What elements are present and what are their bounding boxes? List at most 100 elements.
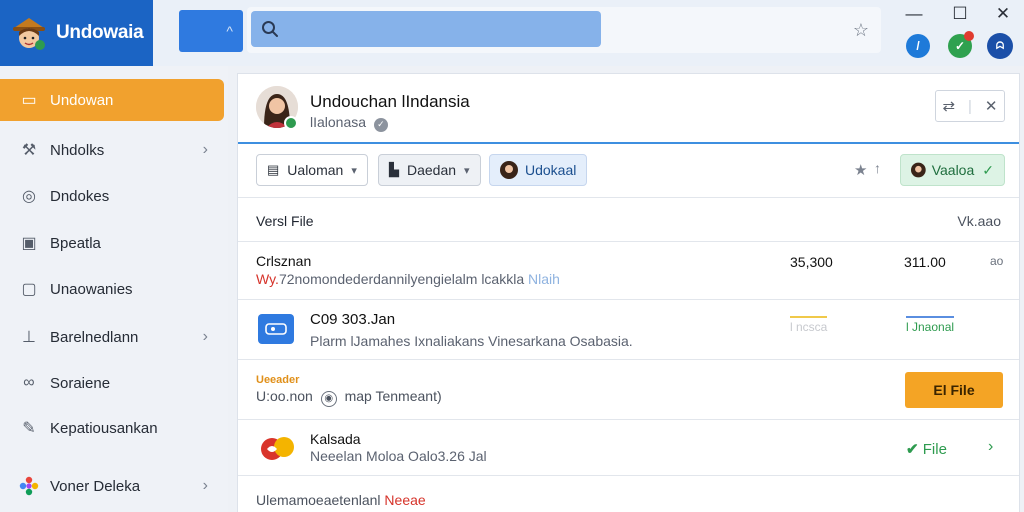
row-description: U:oo.non ◉ map Tenmeant) (256, 388, 442, 407)
row-value-1: 35,300 (790, 254, 833, 270)
user-avatar-icon (911, 162, 926, 178)
verified-badge-icon: ✓ (373, 117, 388, 132)
user-avatar-icon (500, 161, 518, 179)
header-controls: ⇄ | ✕ (935, 90, 1005, 122)
table-row[interactable]: Kalsada Neeelan Moloa Oalo3.26 Jal ✔ Fil… (238, 420, 1019, 476)
daedan-dropdown[interactable]: ▙ Daedan ▾ (378, 154, 481, 186)
row-tag: Neeae (384, 492, 426, 508)
chevron-down-icon: ▾ (351, 164, 357, 177)
brand-bar: Undowaia (0, 0, 153, 66)
app-badge-icon (258, 432, 298, 464)
table-row[interactable]: Crlsznan Wy.72nomondederdannilyengielalm… (238, 242, 1019, 300)
page-icon: ▣ (21, 235, 37, 252)
notification-extension-icon[interactable]: ✓ (948, 31, 974, 58)
sidebar-item-soraiene[interactable]: ∞ Soraiene (0, 362, 224, 404)
row-desc-text: U:oo.non (256, 388, 313, 404)
main-panel: Undouchan lIndansia lIalonasa ✓ ⇄ | ✕ ▤ … (237, 73, 1020, 512)
search-input[interactable] (287, 21, 587, 37)
file-status-label: File (922, 441, 947, 458)
table-row[interactable]: C09 303.Jan Plarm lJamahes Ixnaliakans V… (238, 300, 1019, 360)
stamp-icon: ⊥ (22, 329, 36, 346)
sidebar: ▭ Undowan ⚒ Nhdolks › ◎ Dndokes ▣ Bpeatl… (0, 66, 228, 512)
row-description: Plarm lJamahes Ixnaliakans Vinesarkana O… (310, 333, 633, 349)
row-value-2: l Jnaonal (906, 316, 955, 334)
maximize-button[interactable]: ☐ (950, 4, 970, 24)
header-divider: | (968, 97, 972, 115)
favorite-star-icon[interactable]: ★ (854, 161, 867, 179)
column-header-file[interactable]: Versl File (256, 213, 314, 229)
row-description: Neeelan Moloa Oalo3.26 Jal (310, 448, 487, 464)
profile-extension-icon[interactable]: ᗣ (987, 33, 1013, 59)
table-row[interactable]: Ulemamoeaetenlanl Neeae (238, 476, 1019, 512)
monitor-icon: ▢ (21, 281, 37, 298)
app-title: Undowaia (56, 22, 144, 43)
row-description: Ulemamoeaetenlanl Neeae (256, 492, 426, 508)
address-bar: ☆ (247, 7, 881, 53)
row-value-3: ao (990, 254, 1004, 268)
folder-icon: ▙ (389, 162, 399, 177)
row-value-2: 311.00 (904, 254, 946, 270)
file-status[interactable]: ✔ File (906, 440, 947, 458)
row-desc-text: Ulemamoeaetenlanl (256, 492, 381, 508)
close-button[interactable]: ✕ (993, 4, 1013, 24)
chevron-right-icon: › (202, 141, 208, 158)
map-pin-icon: ◉ (320, 390, 337, 407)
online-status-icon (284, 116, 298, 130)
sidebar-item-undowan[interactable]: ▭ Undowan (0, 79, 224, 121)
file-button[interactable]: El File (905, 372, 1003, 408)
row-desc-text: 72nomondederdannilyengielalm lcakkla (278, 271, 525, 287)
row-label: Ueeader (256, 374, 300, 386)
toolbar: ▤ Ualoman ▾ ▙ Daedan ▾ Udokaal ★ ↑ Vaalo… (238, 146, 1019, 198)
top-bar: ^ ☆ — ☐ ✕ / ✓ ᗣ (153, 0, 1024, 66)
pen-extension-icon[interactable]: / (906, 34, 930, 58)
chevron-right-icon: › (202, 477, 208, 494)
notification-dot-icon (964, 31, 974, 41)
row-prefix: Wy. (256, 271, 279, 287)
sidebar-item-voner-deleka[interactable]: Voner Deleka › (0, 465, 224, 507)
table-header: Versl File Vk.aao (238, 200, 1019, 242)
sort-up-icon[interactable]: ↑ (874, 160, 881, 176)
search-icon (262, 21, 278, 37)
nav-up-button[interactable]: ^ (179, 10, 243, 52)
hammer-icon: ⚒ (21, 142, 37, 159)
ualoman-dropdown[interactable]: ▤ Ualoman ▾ (256, 154, 368, 186)
row-title: Crlsznan (256, 253, 312, 269)
search-box[interactable] (251, 11, 601, 47)
sidebar-item-bpeatla[interactable]: ▣ Bpeatla (0, 222, 224, 264)
table-row[interactable]: Ueeader U:oo.non ◉ map Tenmeant) El File (238, 360, 1019, 420)
udokaal-button[interactable]: Udokaal (489, 154, 588, 186)
row-value-1: l ncsca (790, 316, 828, 334)
chevron-right-icon: › (202, 328, 208, 345)
contact-header: Undouchan lIndansia lIalonasa ✓ ⇄ | ✕ (238, 74, 1019, 144)
row-title: C09 303.Jan (310, 311, 396, 328)
sidebar-item-nhdolks[interactable]: ⚒ Nhdolks › (0, 129, 224, 171)
sidebar-item-kepatiousankan[interactable]: ✎ Kepatiousankan (0, 407, 224, 449)
close-panel-icon[interactable]: ✕ (985, 97, 998, 115)
check-icon: ✔ (906, 441, 919, 458)
row-hint: map Tenmeant) (344, 388, 442, 404)
pen-icon: ✎ (22, 420, 36, 437)
vaaloa-button[interactable]: Vaaloa ✓ (900, 154, 1005, 186)
sidebar-item-unaowanies[interactable]: ▢ Unaowanies (0, 268, 224, 310)
contact-subtitle-wrap: lIalonasa ✓ (310, 114, 388, 132)
minimize-button[interactable]: — (904, 4, 924, 24)
link-icon: ∞ (23, 374, 35, 391)
target-icon: ◎ (22, 188, 36, 205)
row-title: Kalsada (310, 431, 361, 447)
row-description: Wy.72nomondederdannilyengielalm lcakkla … (256, 271, 560, 287)
contact-name: Undouchan lIndansia (310, 92, 470, 111)
refresh-icon[interactable]: ⇄ (942, 97, 955, 115)
sidebar-item-dndokes[interactable]: ◎ Dndokes (0, 175, 224, 217)
inbox-icon: ▭ (21, 92, 37, 109)
app-logo-icon (10, 14, 48, 52)
apps-icon (18, 476, 40, 496)
calendar-icon: ▤ (267, 162, 280, 177)
chevron-down-icon: ▾ (464, 164, 470, 177)
row-tag: Nlaih (528, 271, 560, 287)
check-icon: ✓ (982, 161, 994, 178)
doc-blue-icon (258, 314, 294, 344)
sidebar-item-barelnedlann[interactable]: ⊥ Barelnedlann › (0, 316, 224, 358)
column-header-value[interactable]: Vk.aao (957, 213, 1001, 229)
chevron-right-icon[interactable]: › (988, 438, 993, 456)
bookmark-star-icon[interactable]: ☆ (853, 20, 869, 41)
